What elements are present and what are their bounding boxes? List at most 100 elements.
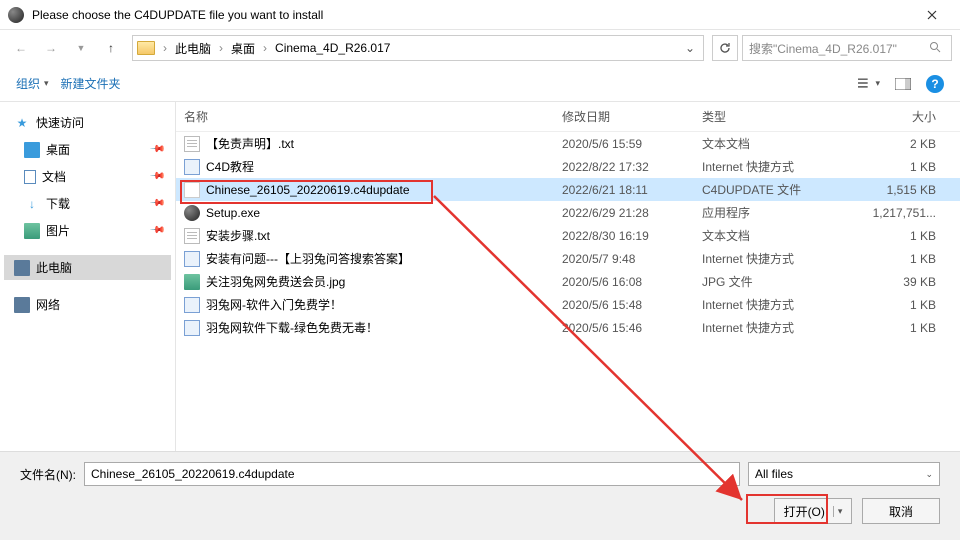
download-icon: ↓ (24, 196, 40, 212)
file-icon (184, 136, 200, 152)
filename-input[interactable] (84, 462, 740, 486)
file-row[interactable]: 羽兔网软件下载-绿色免费无毒！2020/5/6 15:46Internet 快捷… (176, 316, 960, 339)
file-icon (184, 274, 200, 290)
new-folder-button[interactable]: 新建文件夹 (61, 75, 121, 92)
sidebar-item-thispc[interactable]: 此电脑 (4, 255, 171, 280)
file-row[interactable]: Chinese_26105_20220619.c4dupdate 2022/6/2… (176, 178, 960, 201)
sidebar-item-desktop[interactable]: 桌面📌 (4, 137, 171, 162)
address-dropdown[interactable]: ⌄ (681, 41, 699, 55)
close-button[interactable] (912, 0, 952, 30)
file-size: 1,515 KB (852, 183, 952, 197)
chevron-down-icon: ▾ (44, 78, 49, 89)
file-name: C4D教程 (206, 158, 254, 175)
pin-icon: 📌 (148, 195, 165, 212)
column-header-size[interactable]: 大小 (852, 108, 952, 125)
file-size: 1 KB (852, 229, 952, 243)
file-size: 2 KB (852, 137, 952, 151)
folder-icon (137, 41, 155, 55)
document-icon (24, 170, 36, 184)
file-name: 【免责声明】.txt (206, 135, 294, 152)
file-row[interactable]: Setup.exe2022/6/29 21:28应用程序1,217,751... (176, 201, 960, 224)
file-icon (184, 297, 200, 313)
file-name: Setup.exe (206, 206, 260, 220)
organize-menu[interactable]: 组织 ▾ (16, 75, 49, 92)
breadcrumb-seg-thispc[interactable]: 此电脑 (171, 38, 215, 59)
file-date: 2020/5/7 9:48 (562, 252, 702, 266)
file-name: Chinese_26105_20220619.c4dupdate (206, 183, 410, 197)
column-header-type[interactable]: 类型 (702, 108, 852, 125)
chevron-right-icon: › (261, 41, 269, 55)
sidebar-item-quick-access[interactable]: ★ 快速访问 (4, 110, 171, 135)
computer-icon (14, 260, 30, 276)
file-list: 名称 修改日期 类型 大小 【免责声明】.txt 2020/5/6 15:59 文本… (176, 102, 960, 458)
sidebar-item-documents[interactable]: 文档📌 (4, 164, 171, 189)
file-date: 2022/8/22 17:32 (562, 160, 702, 174)
chevron-right-icon: › (217, 41, 225, 55)
search-placeholder: 搜索"Cinema_4D_R26.017" (749, 40, 897, 57)
desktop-icon (24, 142, 40, 158)
file-name: 羽兔网-软件入门免费学！ (206, 296, 342, 313)
address-bar[interactable]: › 此电脑 › 桌面 › Cinema_4D_R26.017 ⌄ (132, 35, 704, 61)
file-icon (184, 205, 200, 221)
file-row[interactable]: 【免责声明】.txt2020/5/6 15:59文本文档2 KB (176, 132, 960, 155)
column-header-date[interactable]: 修改日期 (562, 108, 702, 125)
open-dropdown[interactable]: ▾ (833, 506, 843, 517)
view-options-button[interactable]: ▾ (858, 73, 880, 95)
file-icon (184, 159, 200, 175)
app-icon (8, 7, 24, 23)
star-icon: ★ (14, 115, 30, 131)
file-icon (184, 251, 200, 267)
pin-icon: 📌 (148, 222, 165, 239)
nav-forward-button[interactable]: → (38, 35, 64, 61)
file-type: Internet 快捷方式 (702, 158, 852, 175)
file-size: 1 KB (852, 298, 952, 312)
file-date: 2022/8/30 16:19 (562, 229, 702, 243)
file-row[interactable]: C4D教程 2022/8/22 17:32Internet 快捷方式1 KB (176, 155, 960, 178)
file-date: 2020/5/6 15:48 (562, 298, 702, 312)
file-type-filter[interactable]: All files ⌄ (748, 462, 940, 486)
file-date: 2020/5/6 16:08 (562, 275, 702, 289)
file-type: 应用程序 (702, 204, 852, 221)
file-name: 安装步骤.txt (206, 227, 270, 244)
chevron-down-icon: ⌄ (925, 469, 933, 480)
network-icon (14, 297, 30, 313)
file-icon (184, 320, 200, 336)
nav-recent-dropdown[interactable]: ▼ (68, 35, 94, 61)
breadcrumb-seg-folder[interactable]: Cinema_4D_R26.017 (271, 39, 394, 57)
nav-up-button[interactable]: ↑ (98, 35, 124, 61)
file-date: 2020/5/6 15:46 (562, 321, 702, 335)
navigation-pane: ★ 快速访问 桌面📌 文档📌 ↓ 下载📌 图片📌 此电脑 网络 (0, 102, 176, 458)
file-size: 1 KB (852, 160, 952, 174)
pin-icon: 📌 (148, 168, 165, 185)
file-type: Internet 快捷方式 (702, 250, 852, 267)
file-name: 关注羽兔网免费送会员.jpg (206, 273, 345, 290)
filename-label: 文件名(N): (20, 466, 76, 483)
file-name: 羽兔网软件下载-绿色免费无毒！ (206, 319, 378, 336)
file-date: 2020/5/6 15:59 (562, 137, 702, 151)
sidebar-item-pictures[interactable]: 图片📌 (4, 218, 171, 243)
file-type: 文本文档 (702, 227, 852, 244)
refresh-button[interactable] (712, 35, 738, 61)
file-size: 39 KB (852, 275, 952, 289)
file-icon (184, 228, 200, 244)
help-button[interactable]: ? (926, 75, 944, 93)
file-size: 1 KB (852, 321, 952, 335)
file-row[interactable]: 羽兔网-软件入门免费学！ 2020/5/6 15:48Internet 快捷方式1… (176, 293, 960, 316)
file-row[interactable]: 安装步骤.txt 2022/8/30 16:19文本文档1 KB (176, 224, 960, 247)
preview-pane-button[interactable] (892, 73, 914, 95)
sidebar-item-network[interactable]: 网络 (4, 292, 171, 317)
pin-icon: 📌 (148, 141, 165, 158)
file-row[interactable]: 安装有问题---【上羽兔问答搜索答案】 2020/5/7 9:48Internet… (176, 247, 960, 270)
search-input[interactable]: 搜索"Cinema_4D_R26.017" (742, 35, 952, 61)
file-type: C4DUPDATE 文件 (702, 181, 852, 198)
sidebar-item-downloads[interactable]: ↓ 下载📌 (4, 191, 171, 216)
column-header-name[interactable]: 名称 (184, 108, 562, 125)
file-row[interactable]: 关注羽兔网免费送会员.jpg2020/5/6 16:08JPG 文件39 KB (176, 270, 960, 293)
nav-back-button[interactable]: ← (8, 35, 34, 61)
cancel-button[interactable]: 取消 (862, 498, 940, 524)
breadcrumb-seg-desktop[interactable]: 桌面 (227, 38, 259, 59)
file-name: 安装有问题---【上羽兔问答搜索答案】 (206, 250, 410, 267)
open-button[interactable]: 打开(O) ▾ (774, 498, 852, 524)
file-type: Internet 快捷方式 (702, 296, 852, 313)
file-date: 2022/6/21 18:11 (562, 183, 702, 197)
